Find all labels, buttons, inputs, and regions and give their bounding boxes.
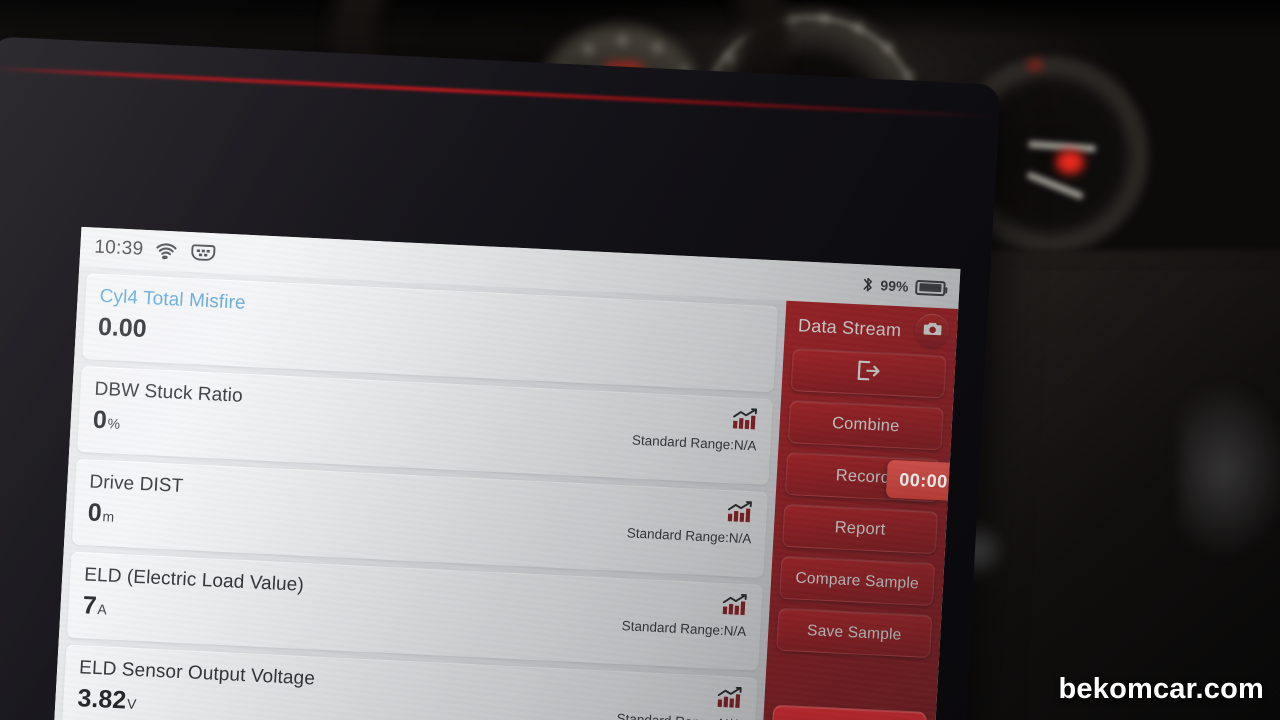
camera-icon xyxy=(922,320,942,342)
data-stream-list[interactable]: Cyl4 Total Misfire 0.00 DBW Stuck Ratio … xyxy=(53,266,787,720)
back-arrow-icon xyxy=(831,715,867,720)
bar-chart-icon[interactable] xyxy=(726,500,753,528)
gauge-tick xyxy=(883,42,893,52)
vci-connector-icon xyxy=(189,243,218,262)
bar-chart-icon[interactable] xyxy=(731,407,758,435)
row-value: 0.00 xyxy=(97,312,148,344)
back-button[interactable] xyxy=(770,704,928,720)
row-unit: % xyxy=(107,415,121,432)
exit-button[interactable] xyxy=(790,348,947,399)
screenshot-scene: 10:39 99% Cyl4 Total Misfire 0.00 DBW St… xyxy=(0,0,1280,720)
battery-fill-level xyxy=(918,283,942,293)
bluetooth-icon xyxy=(862,276,874,293)
row-value: 0 xyxy=(92,405,108,435)
door-handle-highlight xyxy=(1180,380,1280,560)
combine-button-label: Combine xyxy=(831,414,900,436)
bar-chart-icon[interactable] xyxy=(721,593,748,621)
record-button[interactable]: Record 00:00 xyxy=(784,451,961,503)
play-icon[interactable] xyxy=(955,474,961,491)
compare-sample-button[interactable]: Compare Sample xyxy=(779,555,936,607)
bar-chart-icon[interactable] xyxy=(716,686,743,714)
row-range-group: Standard Range:N/A xyxy=(626,495,753,546)
warning-light-red-2 xyxy=(1056,150,1084,174)
row-unit xyxy=(147,324,148,340)
row-unit: m xyxy=(102,508,115,525)
diagnostic-tablet: 10:39 99% Cyl4 Total Misfire 0.00 DBW St… xyxy=(0,36,1001,720)
exit-icon xyxy=(855,359,882,387)
tablet-screen: 10:39 99% Cyl4 Total Misfire 0.00 DBW St… xyxy=(53,226,961,720)
row-range-group: Standard Range:N/A xyxy=(632,403,759,453)
battery-icon xyxy=(915,279,946,296)
battery-percentage: 99% xyxy=(879,277,909,295)
record-timer-overlay[interactable]: 00:00 xyxy=(886,459,961,503)
status-bar-time: 10:39 xyxy=(93,236,144,260)
row-range-group: Standard Range:N/A xyxy=(616,681,743,720)
row-value: 7 xyxy=(81,591,98,620)
save-sample-button-label: Save Sample xyxy=(806,621,902,644)
report-button-label: Report xyxy=(834,518,886,539)
screen-body: Cyl4 Total Misfire 0.00 DBW Stuck Ratio … xyxy=(53,266,961,720)
gauge-tick xyxy=(905,70,915,80)
row-unit: V xyxy=(126,695,137,712)
row-value: 3.82 xyxy=(76,684,127,715)
compare-sample-button-label: Compare Sample xyxy=(795,568,920,592)
save-sample-button[interactable]: Save Sample xyxy=(776,607,933,659)
record-timer: 00:00 xyxy=(898,468,949,492)
toolbar-title: Data Stream xyxy=(797,314,902,340)
data-stream-toolbar: Data Stream Combine Record 00:00 Report … xyxy=(761,300,961,720)
row-value: 0 xyxy=(87,498,103,528)
row-unit: A xyxy=(96,601,108,618)
watermark: bekomcar.com xyxy=(1058,673,1264,705)
row-range-group: Standard Range:N/A xyxy=(621,588,748,639)
warning-light-red-3 xyxy=(1028,60,1042,70)
status-bar-right-group: 99% xyxy=(862,276,946,296)
wifi-icon xyxy=(155,242,178,260)
combine-button[interactable]: Combine xyxy=(787,400,944,451)
record-button-label: Record xyxy=(835,466,891,487)
report-button[interactable]: Report xyxy=(781,503,939,555)
